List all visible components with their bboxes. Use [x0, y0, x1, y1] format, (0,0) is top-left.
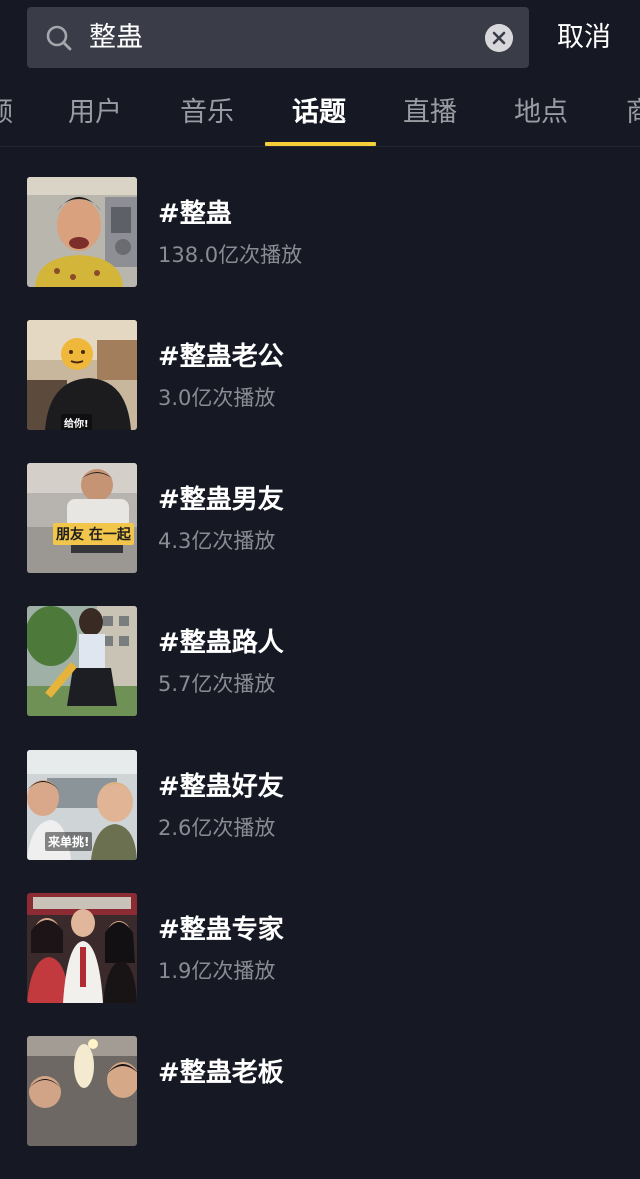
- tab-video[interactable]: 频: [0, 82, 13, 144]
- topic-thumbnail: 给你!: [27, 320, 137, 430]
- tab-places[interactable]: 地点: [514, 82, 568, 144]
- topic-list-item[interactable]: #整蛊 138.0亿次播放: [0, 177, 640, 320]
- topic-play-count: 5.7亿次播放: [158, 672, 276, 696]
- topic-list-item[interactable]: 朋友 在一起 #整蛊男友 4.3亿次播放: [0, 463, 640, 606]
- topic-list-item[interactable]: 来单挑! #整蛊好友 2.6亿次播放: [0, 750, 640, 893]
- cancel-button[interactable]: 取消: [544, 7, 624, 68]
- thumbnail-caption: 朋友 在一起: [53, 523, 134, 545]
- topic-play-count: 4.3亿次播放: [158, 529, 276, 553]
- topic-title: #整蛊: [158, 199, 232, 229]
- result-tabs: 频 用户 音乐 话题 直播 地点 商: [0, 82, 640, 147]
- search-header: 整蛊 取消: [0, 0, 640, 80]
- topic-play-count: 2.6亿次播放: [158, 816, 276, 840]
- topic-thumbnail: [27, 177, 137, 287]
- thumbnail-caption: 来单挑!: [45, 832, 93, 851]
- topic-list-item[interactable]: #整蛊老板: [0, 1036, 640, 1179]
- topic-title: #整蛊男友: [158, 485, 284, 515]
- topic-play-count: 1.9亿次播放: [158, 959, 276, 983]
- clear-search-icon[interactable]: [485, 24, 513, 52]
- topic-title: #整蛊好友: [158, 772, 284, 802]
- thumbnail-caption: 给你!: [61, 414, 92, 430]
- topic-title: #整蛊老公: [158, 342, 284, 372]
- tab-products[interactable]: 商: [626, 82, 640, 144]
- topic-list-item[interactable]: #整蛊专家 1.9亿次播放: [0, 893, 640, 1036]
- topic-list-item[interactable]: 给你! #整蛊老公 3.0亿次播放: [0, 320, 640, 463]
- topic-title: #整蛊专家: [158, 915, 284, 945]
- topic-play-count: 3.0亿次播放: [158, 386, 276, 410]
- topic-title: #整蛊路人: [158, 628, 284, 658]
- topic-thumbnail: 朋友 在一起: [27, 463, 137, 573]
- topic-thumbnail: [27, 893, 137, 1003]
- search-input[interactable]: 整蛊: [27, 7, 529, 68]
- active-tab-indicator: [265, 142, 376, 146]
- topic-thumbnail: 来单挑!: [27, 750, 137, 860]
- tab-live[interactable]: 直播: [403, 82, 457, 144]
- topic-thumbnail: [27, 1036, 137, 1146]
- tab-topics[interactable]: 话题: [292, 82, 346, 144]
- topic-list-item[interactable]: #整蛊路人 5.7亿次播放: [0, 606, 640, 749]
- topic-thumbnail: [27, 606, 137, 716]
- search-icon: [46, 25, 72, 51]
- tab-users[interactable]: 用户: [68, 82, 122, 144]
- topic-play-count: 138.0亿次播放: [158, 243, 303, 267]
- search-query[interactable]: 整蛊: [89, 7, 143, 68]
- topic-title: #整蛊老板: [158, 1058, 284, 1088]
- tab-music[interactable]: 音乐: [180, 82, 234, 144]
